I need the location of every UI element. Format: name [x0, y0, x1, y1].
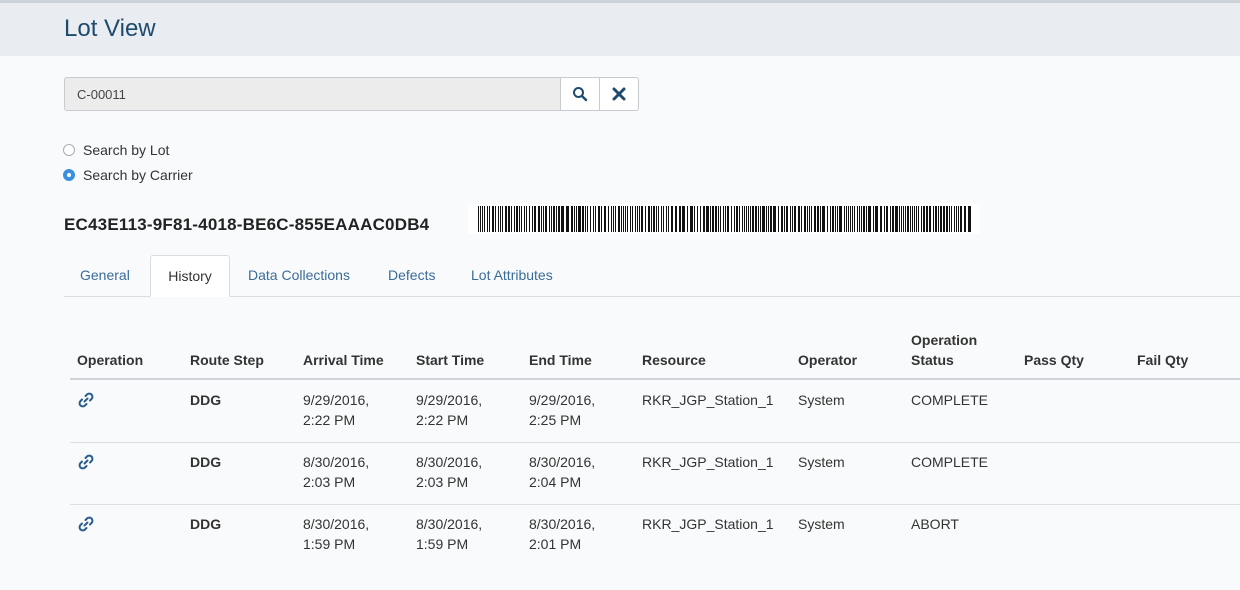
column-header-end-time: End Time — [529, 352, 592, 368]
operator-cell: System — [798, 454, 845, 470]
search-by-lot-radio[interactable] — [63, 143, 75, 156]
operator-cell: System — [798, 392, 845, 408]
link-icon[interactable] — [77, 515, 95, 533]
table-row: DDG 8/30/2016, 1:59 PM 8/30/2016, 1:59 P… — [70, 504, 1240, 566]
tab-general[interactable]: General — [80, 255, 130, 296]
column-header-pass-qty: Pass Qty — [1024, 352, 1084, 368]
clear-button[interactable] — [600, 77, 639, 111]
resource-cell: RKR_JGP_Station_1 — [642, 516, 774, 532]
column-header-operation-status: Operation Status — [911, 332, 978, 368]
search-mode-group: Search by Lot Search by Carrier — [63, 137, 193, 187]
route-step-cell: DDG — [190, 516, 222, 532]
column-header-start-time: Start Time — [416, 352, 485, 368]
tab-data-collections[interactable]: Data Collections — [248, 255, 350, 296]
end-time-cell: 8/30/2016, 2:04 PM — [529, 454, 596, 490]
table-row: DDG 8/30/2016, 2:03 PM 8/30/2016, 2:03 P… — [70, 442, 1240, 505]
search-by-carrier-radio[interactable] — [63, 168, 75, 181]
search-icon — [573, 87, 588, 102]
link-icon[interactable] — [77, 391, 95, 409]
operator-cell: System — [798, 516, 845, 532]
status-cell: ABORT — [911, 516, 959, 532]
search-by-carrier-label: Search by Carrier — [83, 166, 193, 183]
end-time-cell: 9/29/2016, 2:25 PM — [529, 392, 596, 428]
column-header-operator: Operator — [798, 352, 858, 368]
link-icon[interactable] — [77, 453, 95, 471]
resource-cell: RKR_JGP_Station_1 — [642, 392, 774, 408]
column-header-resource: Resource — [642, 352, 706, 368]
column-header-arrival-time: Arrival Time — [303, 352, 384, 368]
tab-history[interactable]: History — [150, 255, 230, 297]
table-row: DDG 9/29/2016, 2:22 PM 9/29/2016, 2:22 P… — [70, 380, 1240, 443]
end-time-cell: 8/30/2016, 2:01 PM — [529, 516, 596, 552]
search-button[interactable] — [561, 77, 600, 111]
page-title: Lot View — [64, 15, 156, 42]
search-by-lot-label: Search by Lot — [83, 141, 170, 158]
route-step-cell: DDG — [190, 392, 222, 408]
status-cell: COMPLETE — [911, 454, 989, 470]
close-icon — [612, 87, 626, 101]
route-step-cell: DDG — [190, 454, 222, 470]
arrival-time-cell: 8/30/2016, 1:59 PM — [303, 516, 370, 552]
tab-bar: General History Data Collections Defects… — [64, 255, 1240, 297]
column-header-operation: Operation — [77, 352, 144, 368]
resource-cell: RKR_JGP_Station_1 — [642, 454, 774, 470]
start-time-cell: 8/30/2016, 2:03 PM — [416, 454, 483, 490]
search-by-carrier-option[interactable]: Search by Carrier — [63, 162, 193, 187]
arrival-time-cell: 9/29/2016, 2:22 PM — [303, 392, 370, 428]
search-input[interactable] — [64, 77, 561, 111]
barcode-image — [468, 204, 980, 234]
status-cell: COMPLETE — [911, 392, 989, 408]
search-by-lot-option[interactable]: Search by Lot — [63, 137, 193, 162]
tab-defects[interactable]: Defects — [388, 255, 435, 296]
column-header-route-step: Route Step — [190, 352, 264, 368]
arrival-time-cell: 8/30/2016, 2:03 PM — [303, 454, 370, 490]
start-time-cell: 9/29/2016, 2:22 PM — [416, 392, 483, 428]
tab-lot-attributes[interactable]: Lot Attributes — [471, 255, 553, 296]
start-time-cell: 8/30/2016, 1:59 PM — [416, 516, 483, 552]
column-header-fail-qty: Fail Qty — [1137, 352, 1189, 368]
page-header: Lot View — [0, 0, 1240, 56]
search-bar — [64, 77, 639, 111]
lot-id: EC43E113-9F81-4018-BE6C-855EAAAC0DB4 — [64, 215, 430, 234]
